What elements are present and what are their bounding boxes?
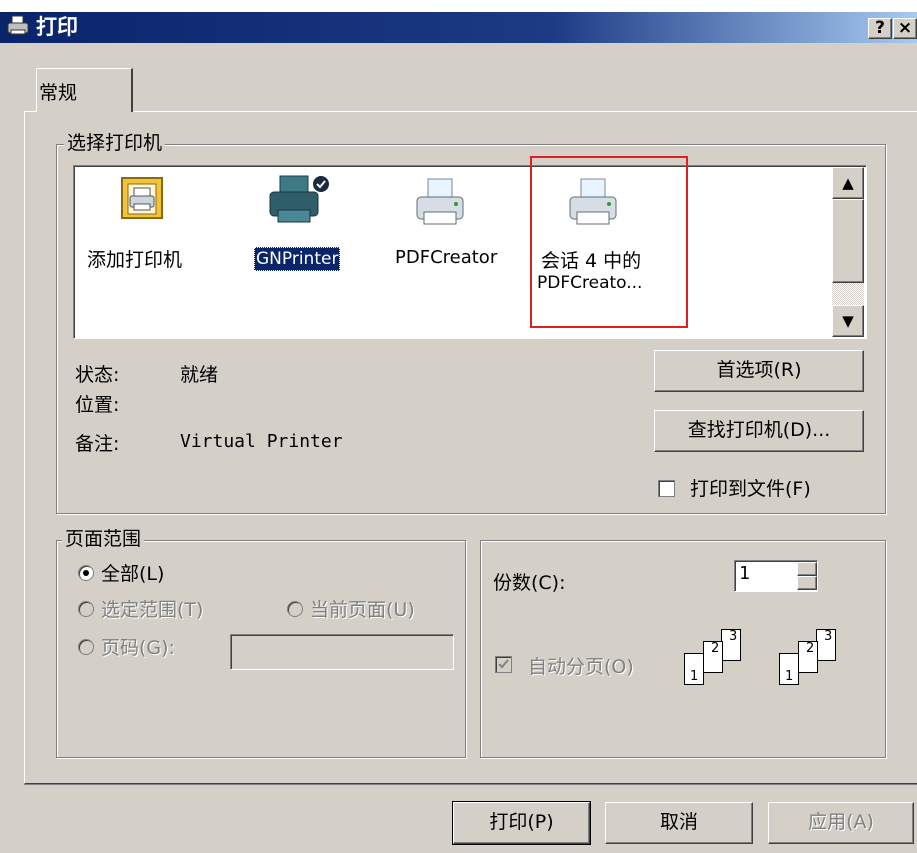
comment-value: Virtual Printer bbox=[180, 431, 343, 452]
pages-label[interactable]: 页码(G): bbox=[101, 633, 175, 660]
selection-label[interactable]: 选定范围(T) bbox=[101, 595, 203, 622]
location-label: 位置: bbox=[75, 394, 120, 416]
printer-label-pdfcreator[interactable]: PDFCreator bbox=[395, 247, 497, 268]
printer-list[interactable]: 添加打印机 GNPrinter PDFCreator 会话 4 中的 PDFCr… bbox=[73, 156, 867, 339]
copies-input[interactable]: 1 bbox=[734, 560, 818, 592]
page-icon-1: 1 bbox=[684, 653, 704, 685]
select-printer-legend: 选择打印机 bbox=[64, 132, 166, 154]
scroll-down-button[interactable]: ▼ bbox=[832, 305, 864, 337]
current-page-label[interactable]: 当前页面(U) bbox=[310, 595, 415, 622]
page-icon-3: 3 bbox=[721, 629, 741, 661]
printer-icon[interactable] bbox=[266, 174, 332, 226]
copies-label: 份数(C): bbox=[493, 572, 566, 594]
copies-decrement-button[interactable] bbox=[797, 576, 817, 590]
apply-button[interactable]: 应用(A) bbox=[768, 802, 914, 844]
page-range-legend: 页面范围 bbox=[62, 528, 145, 550]
add-printer-icon[interactable] bbox=[120, 176, 168, 224]
selection-radio[interactable] bbox=[78, 601, 94, 617]
scroll-up-button[interactable]: ▲ bbox=[832, 167, 864, 199]
pages-input[interactable] bbox=[230, 634, 454, 670]
page-icon-2: 2 bbox=[703, 641, 723, 673]
find-printer-button[interactable]: 查找打印机(D)... bbox=[654, 410, 864, 452]
print-button[interactable]: 打印(P) bbox=[452, 801, 591, 845]
page-icon-2: 2 bbox=[798, 641, 818, 673]
page-number: 3 bbox=[729, 629, 738, 644]
cancel-button[interactable]: 取消 bbox=[605, 802, 753, 844]
status-value: 就绪 bbox=[180, 364, 219, 386]
all-pages-label[interactable]: 全部(L) bbox=[101, 559, 164, 586]
pages-radio[interactable] bbox=[78, 639, 94, 655]
page-icon-3: 3 bbox=[816, 629, 836, 661]
print-to-file-checkbox[interactable] bbox=[658, 480, 675, 497]
printer-icon bbox=[7, 15, 29, 35]
annotation-highlight-box bbox=[530, 156, 688, 328]
print-to-file-label[interactable]: 打印到文件(F) bbox=[690, 474, 811, 501]
page-number: 2 bbox=[711, 641, 720, 656]
comment-label: 备注: bbox=[75, 433, 120, 455]
checkmark-icon bbox=[498, 659, 509, 669]
copies-value: 1 bbox=[739, 563, 750, 584]
title-bar[interactable]: 打印 ? × bbox=[0, 12, 917, 43]
close-button[interactable]: × bbox=[893, 18, 917, 39]
copies-increment-button[interactable] bbox=[797, 562, 817, 576]
status-label: 状态: bbox=[75, 364, 120, 386]
page-number: 1 bbox=[690, 669, 699, 684]
collate-checkbox[interactable] bbox=[495, 656, 512, 673]
current-page-radio[interactable] bbox=[287, 601, 303, 617]
tab-label: 常规 bbox=[39, 82, 78, 104]
dialog-title: 打印 bbox=[36, 15, 78, 39]
printer-list-scrollbar[interactable]: ▲ ▼ bbox=[832, 167, 864, 337]
printer-icon[interactable] bbox=[414, 178, 468, 228]
page-icon-1: 1 bbox=[779, 653, 799, 685]
printer-label-add[interactable]: 添加打印机 bbox=[87, 245, 182, 272]
preferences-button[interactable]: 首选项(R) bbox=[654, 350, 864, 392]
page-number: 1 bbox=[785, 669, 794, 684]
printer-label-gnprinter[interactable]: GNPrinter bbox=[254, 247, 341, 271]
tab-general[interactable]: 常规 bbox=[36, 68, 133, 112]
page-number: 3 bbox=[824, 629, 833, 644]
help-button[interactable]: ? bbox=[868, 18, 892, 39]
scroll-thumb[interactable] bbox=[832, 199, 864, 283]
collate-label[interactable]: 自动分页(O) bbox=[528, 652, 634, 679]
all-pages-radio[interactable] bbox=[78, 565, 94, 581]
page-number: 2 bbox=[806, 641, 815, 656]
